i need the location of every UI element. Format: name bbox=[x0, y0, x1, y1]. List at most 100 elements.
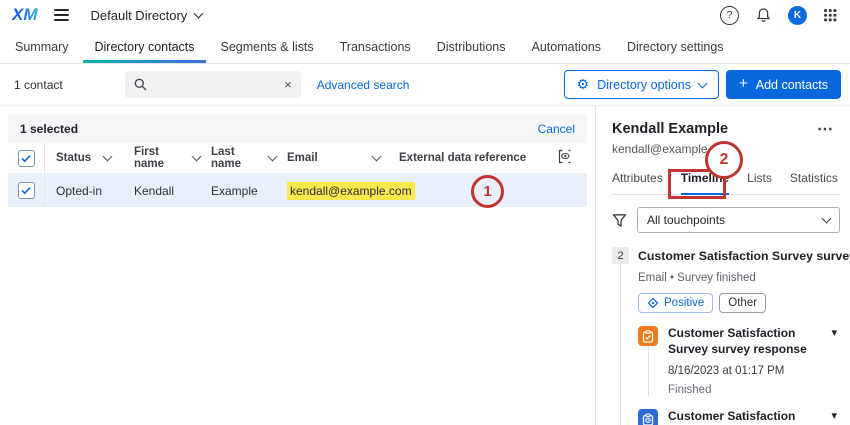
table-header-row: Status First name Last name Email Extern… bbox=[8, 143, 587, 173]
search-input[interactable] bbox=[154, 77, 277, 93]
timeline-item-title: Customer Satisfaction Survey survey resp… bbox=[668, 326, 818, 357]
contact-count: 1 contact bbox=[14, 78, 63, 92]
qualtrics-directory-page: XM Default Directory ? K Summary Directo… bbox=[0, 0, 850, 425]
other-sentiment-badge[interactable]: Other bbox=[719, 293, 766, 313]
first-name-value: Kendall bbox=[134, 184, 174, 198]
tab-directory-settings[interactable]: Directory settings bbox=[614, 30, 737, 63]
column-header-email: Email bbox=[276, 152, 388, 164]
contacts-toolbar: 1 contact × Advanced search ⚙ Directory … bbox=[0, 64, 850, 106]
column-label: Status bbox=[56, 152, 91, 164]
advanced-search-link[interactable]: Advanced search bbox=[317, 78, 410, 92]
timeline-item-title: Customer Satisfaction Survey survey invi… bbox=[668, 409, 818, 425]
select-all-checkbox[interactable] bbox=[18, 150, 35, 167]
contact-name: Kendall Example bbox=[612, 121, 728, 137]
contact-header: Kendall Example ⋯ bbox=[612, 119, 840, 139]
apps-grid-icon[interactable] bbox=[824, 9, 836, 21]
column-visibility-icon bbox=[557, 149, 573, 164]
expand-chevron-icon[interactable]: ▾ bbox=[831, 326, 837, 339]
column-label: Last name bbox=[211, 146, 256, 170]
select-all-cell bbox=[8, 143, 45, 173]
more-options-icon[interactable]: ⋯ bbox=[817, 119, 834, 139]
directory-selector-label: Default Directory bbox=[91, 8, 188, 23]
timeline-item-status: Finished bbox=[668, 384, 840, 396]
column-label: First name bbox=[134, 146, 180, 170]
gear-icon: ⚙ bbox=[577, 77, 590, 91]
status-value: Opted-in bbox=[56, 184, 102, 198]
column-header-first-name: First name bbox=[123, 146, 200, 170]
tab-attributes[interactable]: Attributes bbox=[612, 171, 663, 194]
tab-transactions[interactable]: Transactions bbox=[327, 30, 424, 63]
toolbar-actions: ⚙ Directory options + Add contacts bbox=[564, 70, 841, 99]
user-avatar[interactable]: K bbox=[788, 6, 807, 25]
directory-nav-tabs: Summary Directory contacts Segments & li… bbox=[0, 30, 850, 64]
positive-sentiment-badge[interactable]: Positive bbox=[638, 293, 713, 313]
help-icon[interactable]: ? bbox=[720, 6, 739, 25]
sentiment-badges: Positive Other bbox=[638, 293, 840, 313]
add-contacts-label: Add contacts bbox=[756, 78, 828, 92]
tab-directory-contacts[interactable]: Directory contacts bbox=[81, 30, 207, 63]
tab-distributions[interactable]: Distributions bbox=[424, 30, 519, 63]
expand-chevron-icon[interactable]: ▾ bbox=[831, 409, 837, 422]
tab-statistics[interactable]: Statistics bbox=[790, 171, 838, 194]
directory-selector[interactable]: Default Directory bbox=[91, 8, 203, 23]
timeline-group-meta: Email • Survey finished bbox=[638, 272, 840, 284]
diamond-icon bbox=[647, 297, 659, 309]
survey-invite-icon bbox=[638, 409, 658, 425]
timeline-group-title: Customer Satisfaction Survey survey bbox=[638, 249, 850, 263]
selection-bar: 1 selected Cancel bbox=[8, 115, 587, 143]
timeline-item-date: 8/16/2023 at 01:17 PM bbox=[668, 365, 840, 377]
cell-last-name: Example bbox=[200, 184, 276, 198]
timeline-connector-line bbox=[620, 264, 621, 425]
tab-lists[interactable]: Lists bbox=[747, 171, 772, 194]
column-menu-chevron-icon[interactable] bbox=[372, 152, 382, 162]
contacts-table-region: 1 selected Cancel Status First name bbox=[0, 106, 596, 425]
tab-summary[interactable]: Summary bbox=[2, 30, 81, 63]
cell-status: Opted-in bbox=[45, 184, 123, 198]
timeline-item-survey-invite[interactable]: Customer Satisfaction Survey survey invi… bbox=[638, 409, 840, 425]
timeline-filter-row: All touchpoints bbox=[612, 207, 840, 233]
tab-segments-lists[interactable]: Segments & lists bbox=[208, 30, 327, 63]
clear-search-icon[interactable]: × bbox=[284, 77, 292, 92]
directory-options-label: Directory options bbox=[597, 78, 691, 92]
column-label: Email bbox=[287, 152, 318, 164]
annotation-step-2: 2 bbox=[705, 141, 743, 179]
row-checkbox[interactable] bbox=[18, 182, 35, 199]
touchpoint-count-badge: 2 bbox=[612, 247, 629, 264]
cell-email: kendall@example.com bbox=[276, 182, 415, 200]
badge-label: Other bbox=[728, 297, 757, 309]
directory-options-button[interactable]: ⚙ Directory options bbox=[564, 70, 719, 99]
tab-automations[interactable]: Automations bbox=[518, 30, 613, 63]
column-visibility-button[interactable] bbox=[557, 149, 587, 167]
hamburger-menu-icon[interactable] bbox=[54, 9, 69, 21]
timeline-item-survey-response[interactable]: Customer Satisfaction Survey survey resp… bbox=[638, 326, 840, 357]
badge-label: Positive bbox=[664, 297, 704, 309]
search-icon bbox=[134, 78, 147, 91]
row-select-cell bbox=[8, 174, 45, 207]
top-bar-icons: ? K bbox=[720, 6, 838, 25]
selected-count: 1 selected bbox=[20, 122, 78, 136]
chevron-down-icon bbox=[698, 78, 708, 88]
chevron-down-icon bbox=[822, 214, 832, 224]
column-menu-chevron-icon[interactable] bbox=[103, 152, 113, 162]
add-contacts-button[interactable]: + Add contacts bbox=[726, 70, 841, 99]
filter-funnel-icon bbox=[612, 213, 627, 228]
column-header-last-name: Last name bbox=[200, 146, 276, 170]
touchpoints-filter-select[interactable]: All touchpoints bbox=[637, 207, 840, 233]
chevron-down-icon bbox=[194, 9, 204, 19]
top-bar: XM Default Directory ? K bbox=[0, 0, 850, 30]
column-header-external-data-reference: External data reference bbox=[388, 152, 546, 164]
search-box[interactable]: × bbox=[125, 71, 301, 98]
email-value-highlighted: kendall@example.com bbox=[287, 182, 415, 200]
plus-icon: + bbox=[739, 76, 748, 91]
column-label: External data reference bbox=[399, 152, 526, 164]
annotation-step-1: 1 bbox=[471, 175, 504, 208]
survey-response-icon bbox=[638, 326, 658, 346]
timeline-group-header: 2 Customer Satisfaction Survey survey bbox=[612, 245, 840, 266]
cell-first-name: Kendall bbox=[123, 184, 200, 198]
column-header-status: Status bbox=[45, 152, 123, 164]
xm-logo: XM bbox=[12, 5, 38, 25]
notifications-bell-icon[interactable] bbox=[756, 7, 771, 23]
touchpoints-filter-value: All touchpoints bbox=[647, 213, 725, 227]
last-name-value: Example bbox=[211, 184, 258, 198]
cancel-selection-link[interactable]: Cancel bbox=[538, 122, 575, 136]
